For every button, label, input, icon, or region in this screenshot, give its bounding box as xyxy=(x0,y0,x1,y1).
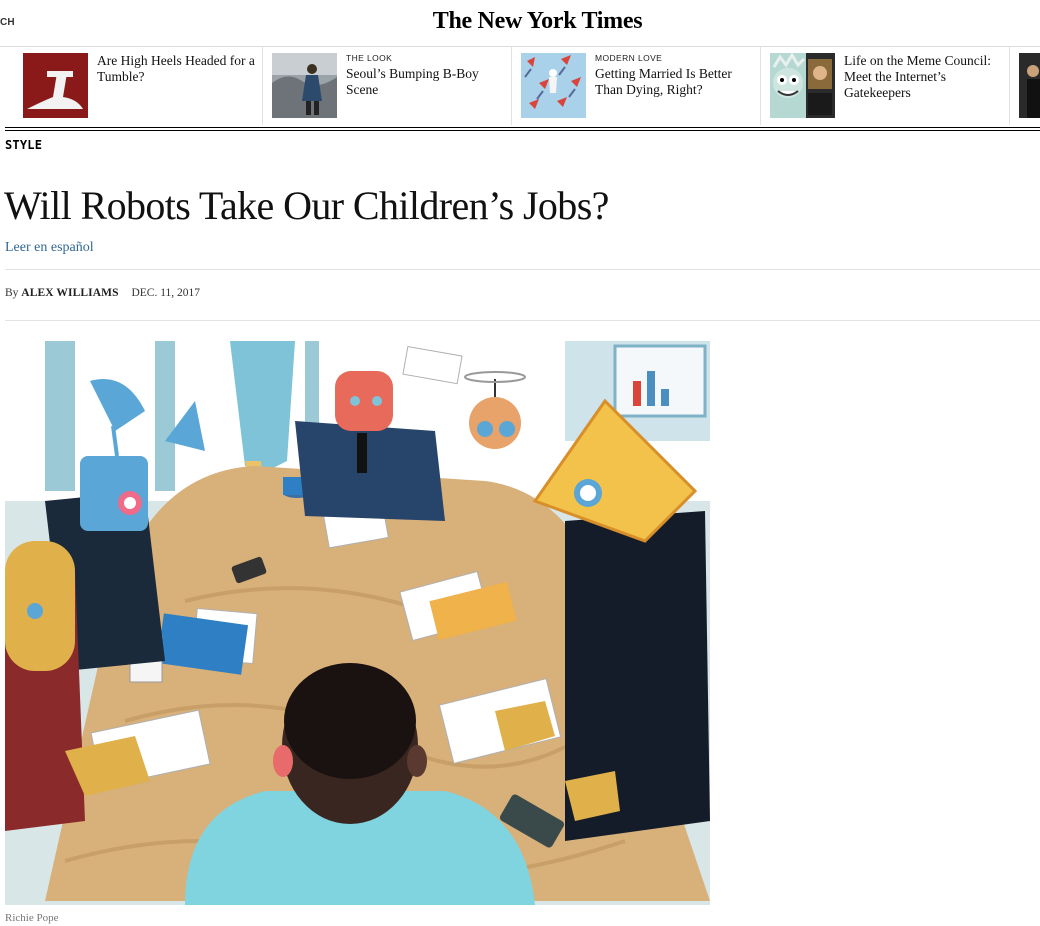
masthead: CH The New York Times xyxy=(0,0,1040,47)
ribbon-thumbnail[interactable] xyxy=(1019,53,1040,118)
ribbon-item-partial[interactable] xyxy=(1011,47,1040,125)
ribbon-item-meme-council[interactable]: Life on the Meme Council: Meet the Inter… xyxy=(762,47,1010,125)
byline-prefix: By xyxy=(5,287,19,299)
section-label[interactable]: STYLE xyxy=(5,138,42,152)
ribbon-title[interactable]: Are High Heels Headed for a Tumble? xyxy=(97,53,257,85)
section-rule xyxy=(5,127,1040,131)
article-headline: Will Robots Take Our Children’s Jobs? xyxy=(4,183,609,228)
ribbon-kicker: THE LOOK xyxy=(346,53,393,63)
author-link[interactable]: ALEX WILLIAMS xyxy=(21,287,118,299)
byline: By ALEX WILLIAMS DEC. 11, 2017 xyxy=(5,287,200,299)
ribbon-thumbnail[interactable] xyxy=(272,53,337,118)
ribbon-item-modern-love[interactable]: MODERN LOVE Getting Married Is Better Th… xyxy=(513,47,761,125)
image-credit: Richie Pope xyxy=(5,912,59,924)
ribbon-thumbnail[interactable] xyxy=(521,53,586,118)
ribbon-title[interactable]: Life on the Meme Council: Meet the Inter… xyxy=(844,53,1004,101)
translation-link[interactable]: Leer en español xyxy=(5,240,94,256)
ribbon-thumbnail[interactable] xyxy=(770,53,835,118)
hero-illustration xyxy=(5,341,710,905)
ribbon-kicker: MODERN LOVE xyxy=(595,53,663,63)
ribbon-item-b-boy[interactable]: THE LOOK Seoul’s Bumping B-Boy Scene xyxy=(264,47,512,125)
nyt-logo[interactable]: The New York Times xyxy=(0,8,1040,35)
divider xyxy=(5,320,1040,321)
ribbon-title[interactable]: Seoul’s Bumping B-Boy Scene xyxy=(346,66,506,98)
ribbon-item-high-heels[interactable]: Are High Heels Headed for a Tumble? xyxy=(15,47,263,125)
ribbon-title[interactable]: Getting Married Is Better Than Dying, Ri… xyxy=(595,66,755,98)
ribbon-thumbnail[interactable] xyxy=(23,53,88,118)
publish-date: DEC. 11, 2017 xyxy=(131,287,201,299)
story-ribbon: Are High Heels Headed for a Tumble? THE … xyxy=(0,47,1040,125)
divider xyxy=(5,269,1040,270)
